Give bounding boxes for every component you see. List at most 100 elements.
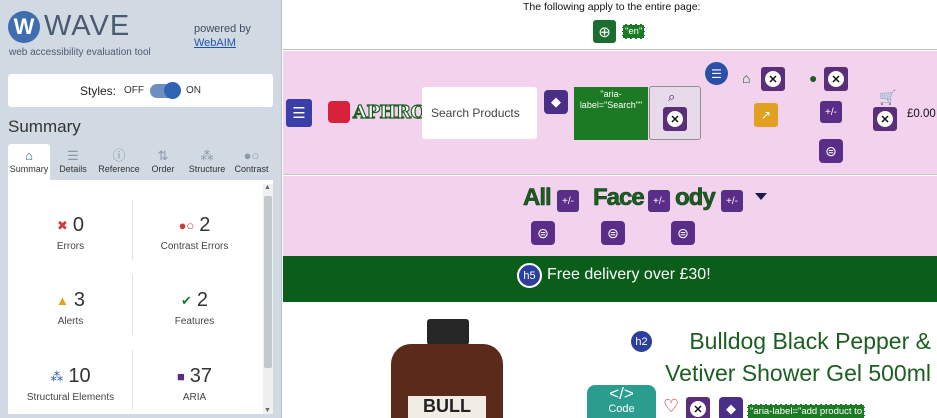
stat-count: 2 [196, 289, 209, 311]
product-title: Bulldog Black Pepper & Vetiver Shower Ge… [665, 328, 931, 386]
stat-structural[interactable]: ⁂ 10 Structural Elements [8, 365, 133, 403]
code-icon: </> [609, 384, 634, 403]
tab-label: Details [59, 164, 87, 174]
wave-logo-icon: W [8, 10, 40, 43]
alert-icon: ▲ [56, 293, 69, 308]
wave-logo-text: WAVE [44, 10, 131, 42]
stat-label: Alerts [57, 316, 84, 327]
stat-label: ARIA [182, 392, 207, 403]
stat-alerts[interactable]: ▲ 3 Alerts [8, 289, 133, 327]
stat-count: 10 [68, 365, 91, 387]
nav-item-face[interactable]: Face [593, 184, 645, 212]
globe-icon[interactable]: ⊕ [593, 20, 616, 43]
aria-expanded-icon: +/- [556, 189, 580, 213]
promo-text: Free delivery over £30! [547, 266, 711, 283]
wave-tabs: ⌂ Summary ☰ Details ⓘ Reference ⇅ Order … [8, 144, 273, 180]
aria-label-add: "aria-label="add product to [747, 404, 866, 418]
page-note: The following apply to the entire page: [523, 1, 701, 13]
tab-summary[interactable]: ⌂ Summary [8, 144, 50, 180]
stat-features[interactable]: ✔ 2 Features [132, 289, 257, 327]
promo-banner: h5 Free delivery over £30! [283, 256, 937, 302]
stat-label: Errors [56, 241, 85, 252]
aria-label-icon: ⊜ [531, 221, 555, 245]
bottle-cap [427, 319, 469, 345]
tab-label: Reference [98, 164, 140, 174]
aria-label-icon: ⊜ [819, 139, 843, 163]
list-icon: ☰ [705, 62, 728, 85]
wave-tagline: web accessibility evaluation tool [9, 47, 151, 58]
error-icon: ✖ [56, 217, 68, 233]
summary-panel: ✖ 0 Errors ●○ 2 Contrast Errors ▲ 3 Alerts … [8, 180, 273, 414]
chevron-down-icon[interactable] [755, 193, 767, 200]
aria-label-icon: ⊜ [671, 221, 695, 245]
contrast-icon: ●○ [243, 148, 260, 163]
cart-icon[interactable]: 🛒 [879, 89, 896, 106]
stat-count: 0 [72, 214, 85, 236]
tab-reference[interactable]: ⓘ Reference [96, 144, 142, 180]
code-button[interactable]: </> Code [587, 385, 656, 418]
home-icon[interactable]: ⌂ [742, 70, 750, 86]
empty-link-error-icon: ✕ [761, 67, 785, 91]
cart-price: £0.00 [907, 108, 936, 120]
info-icon: ⓘ [112, 148, 126, 163]
tab-contrast[interactable]: ●○ Contrast [230, 144, 273, 180]
tab-order[interactable]: ⇅ Order [142, 144, 184, 180]
empty-link-error-icon: ✕ [873, 107, 897, 131]
stat-label: Structural Elements [26, 392, 115, 403]
powered-by: powered by WebAIM [194, 22, 251, 50]
menu-icon[interactable]: ☰ [286, 99, 312, 127]
tab-details[interactable]: ☰ Details [50, 144, 96, 180]
stat-count: 3 [73, 289, 85, 311]
home-icon: ⌂ [25, 148, 33, 163]
feature-check-icon: ✔ [180, 292, 192, 308]
tab-label: Summary [9, 164, 49, 174]
panel-scrollbar[interactable]: ▲ ▼ [263, 184, 273, 414]
aria-cube-icon: ■ [176, 369, 185, 384]
contrast-error-icon: ●○ [178, 218, 195, 233]
label-tag-icon: ◆ [719, 397, 743, 418]
nav-item-all[interactable]: All [523, 184, 552, 212]
tab-structure[interactable]: ⁂ Structure [184, 144, 230, 180]
aria-expanded-icon: +/- [720, 189, 744, 213]
alt-error-icon [328, 101, 350, 123]
empty-button-error-icon: ✕ [663, 107, 687, 131]
search-input[interactable]: Search Products [422, 87, 537, 139]
tab-label: Structure [188, 164, 226, 174]
scroll-up-icon[interactable]: ▲ [264, 184, 271, 191]
lang-label: "en" [622, 24, 646, 39]
user-icon[interactable]: ● [809, 70, 817, 86]
scroll-thumb[interactable] [264, 196, 272, 368]
scroll-down-icon[interactable]: ▼ [264, 407, 271, 414]
aria-expanded-icon: +/- [647, 189, 671, 213]
empty-link-error-icon: ✕ [824, 67, 848, 91]
search-button[interactable]: ⌕ ✕ [649, 86, 701, 140]
aria-label-search: "aria-label="Search"" [574, 87, 648, 140]
stat-contrast-errors[interactable]: ●○ 2 Contrast Errors [132, 214, 257, 252]
powered-by-text: powered by [194, 23, 251, 35]
nav-item-body[interactable]: ody [675, 184, 716, 212]
bottle-label: BULL [408, 396, 486, 418]
webaim-link[interactable]: WebAIM [194, 36, 251, 50]
toggle-knob [164, 81, 181, 99]
stat-aria[interactable]: ■ 37 ARIA [132, 365, 257, 403]
code-label: Code [608, 403, 635, 415]
order-icon: ⇅ [157, 148, 169, 163]
category-nav: All +/- Face +/- ody +/- ⊜ ⊜ ⊜ [283, 176, 937, 256]
stat-count: 2 [199, 214, 211, 236]
heart-icon[interactable]: ♡ [663, 396, 679, 417]
wave-sidebar: W WAVE web accessibility evaluation tool… [0, 0, 282, 418]
heading-badge: h5 [517, 263, 542, 288]
label-tag-icon: ◆ [544, 90, 568, 114]
tab-label: Contrast [234, 164, 269, 174]
stat-label: Contrast Errors [160, 241, 229, 252]
tab-label: Order [151, 164, 175, 174]
empty-button-error-icon: ✕ [686, 397, 710, 418]
evaluated-page: The following apply to the entire page: … [283, 0, 937, 418]
styles-label: Styles: [79, 83, 116, 98]
structure-icon: ⁂ [200, 148, 214, 163]
structure-icon: ⁂ [50, 368, 64, 384]
summary-heading: Summary [8, 117, 81, 136]
stat-errors[interactable]: ✖ 0 Errors [8, 214, 133, 252]
styles-toggle[interactable] [150, 81, 181, 99]
redundant-link-alert-icon: ↗ [754, 103, 778, 127]
